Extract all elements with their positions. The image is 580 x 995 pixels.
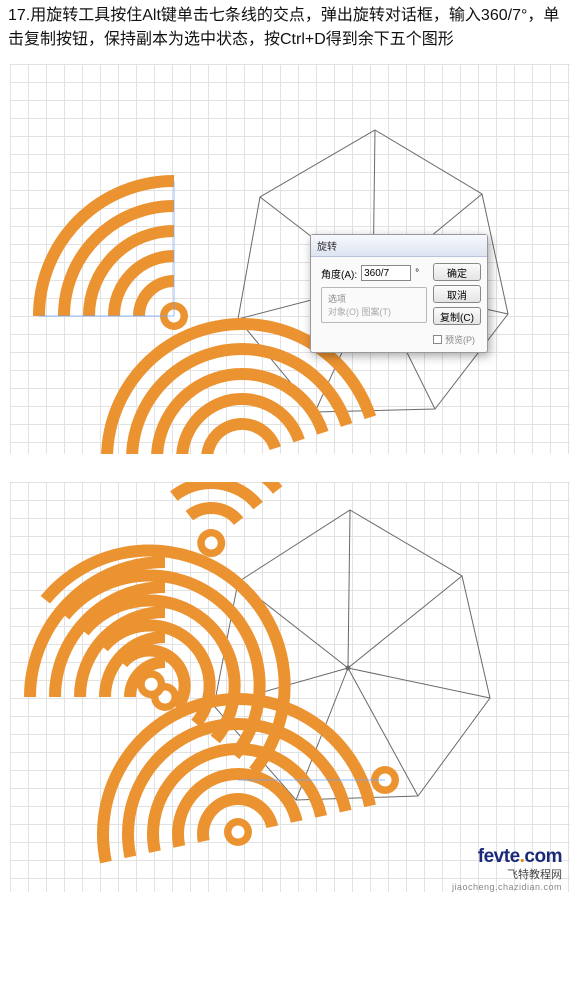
dialog-fields: 角度(A): ° 选项 对象(O) 图案(T) [311, 257, 433, 352]
watermark: fevte.com 飞特教程网 jiaocheng.chazidian.com [452, 846, 562, 892]
preview-checkbox[interactable] [433, 335, 442, 344]
watermark-brand: fevte.com [452, 846, 562, 868]
dialog-body: 角度(A): ° 选项 对象(O) 图案(T) 确定 取消 复制(C) 预览(P… [311, 257, 487, 352]
watermark-line3: jiaocheng.chazidian.com [452, 882, 562, 892]
step-number: 17. [8, 7, 30, 24]
options-group: 选项 对象(O) 图案(T) [321, 287, 427, 323]
options-label: 选项 [328, 294, 346, 304]
cancel-button[interactable]: 取消 [433, 285, 481, 303]
preview-label: 预览(P) [445, 333, 475, 346]
angle-input[interactable] [361, 265, 411, 281]
degree-symbol: ° [415, 268, 419, 279]
step-text: 用旋转工具按住Alt键单击七条线的交点，弹出旋转对话框，输入360/7°，单击复… [8, 7, 559, 48]
rotate-dialog: 旋转 角度(A): ° 选项 对象(O) 图案(T) 确定 取消 复制(C) [310, 234, 488, 353]
angle-row: 角度(A): ° [321, 265, 427, 281]
illustration-panel-2: fevte.com 飞特教程网 jiaocheng.chazidian.com [10, 482, 570, 892]
watermark-line2: 飞特教程网 [452, 866, 562, 882]
copy-button[interactable]: 复制(C) [433, 307, 481, 325]
illustration-panel-1: 旋转 角度(A): ° 选项 对象(O) 图案(T) 确定 取消 复制(C) [10, 64, 570, 454]
angle-label: 角度(A): [321, 266, 357, 281]
step-instruction: 17.用旋转工具按住Alt键单击七条线的交点，弹出旋转对话框，输入360/7°，… [0, 0, 580, 64]
ok-button[interactable]: 确定 [433, 263, 481, 281]
options-text: 对象(O) 图案(T) [328, 307, 391, 317]
dialog-title: 旋转 [311, 235, 487, 257]
dialog-buttons: 确定 取消 复制(C) 预览(P) [433, 257, 487, 352]
wm-left: fevte [478, 846, 520, 867]
wm-right: com [524, 846, 562, 867]
preview-row: 预览(P) [433, 333, 481, 346]
vector-artwork-2 [10, 482, 570, 892]
